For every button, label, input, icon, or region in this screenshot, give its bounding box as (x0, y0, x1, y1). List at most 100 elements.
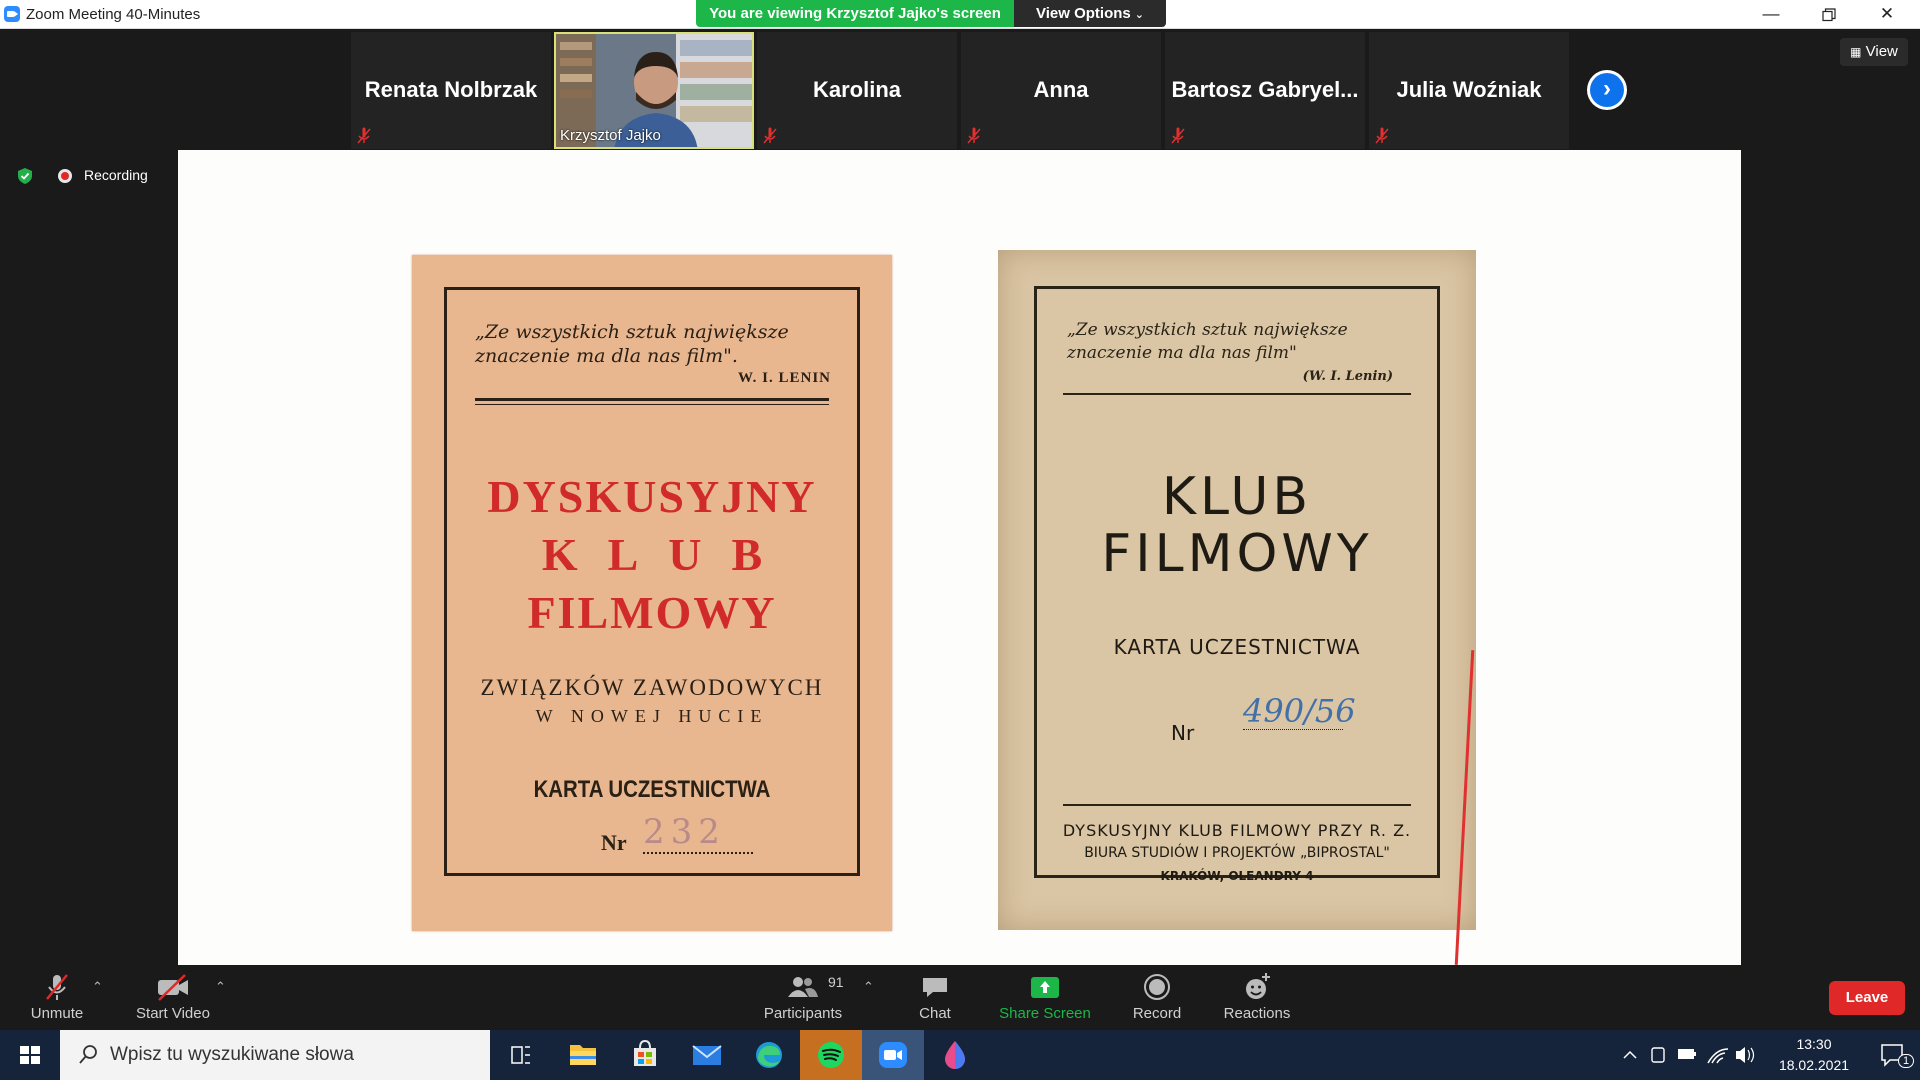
muted-mic-icon (46, 974, 68, 1000)
participants-label: Participants (763, 1005, 843, 1022)
share-screen-icon (1031, 977, 1059, 998)
windows-taskbar: Wpisz tu wyszukiwane słowa 13:30 18.02.2… (0, 1030, 1920, 1080)
record-label: Record (1132, 1005, 1182, 1022)
spotify-icon (818, 1042, 844, 1068)
chevron-right-icon: › (1590, 73, 1624, 107)
spotify-taskbar-icon[interactable] (800, 1030, 862, 1080)
taskbar-search-box[interactable]: Wpisz tu wyszukiwane słowa (60, 1030, 490, 1080)
system-tray-icons[interactable] (1620, 1030, 1760, 1080)
participants-options-caret-icon[interactable]: ⌃ (863, 979, 874, 995)
card-frame: „Ze wszystkich sztuk największe znaczeni… (444, 287, 860, 876)
card-subtitle: ZWIĄZKÓW ZAWODOWYCH (480, 675, 824, 700)
card-title-line: DYSKUSYJNY (487, 471, 817, 522)
participant-name: Anna (1033, 77, 1089, 102)
grid-icon: ▦ (1850, 45, 1862, 59)
participant-tile[interactable]: Karolina (757, 32, 957, 149)
audio-options-caret-icon[interactable]: ⌃ (92, 979, 103, 995)
folder-icon (570, 1045, 596, 1065)
participant-name: Julia Woźniak (1396, 77, 1542, 102)
restore-icon (1822, 8, 1836, 22)
muted-mic-icon (1171, 127, 1185, 144)
participants-count: 91 (828, 974, 844, 990)
card-footer-line: KRAKÓW, OLEANDRY 4 (1160, 869, 1314, 883)
meeting-toolbar: Unmute ⌃ Start Video ⌃ 91 Participants ⌃… (0, 965, 1920, 1030)
participant-tile[interactable]: Julia Woźniak (1369, 32, 1569, 149)
participants-button[interactable]: 91 Participants (748, 971, 858, 1022)
card-nr-label: Nr (1171, 721, 1195, 745)
card-label: KARTA UCZESTNICTWA (1113, 635, 1361, 659)
card-quote: „Ze wszystkich sztuk największe znaczeni… (1067, 320, 1348, 363)
restore-button[interactable] (1800, 0, 1858, 29)
paint-drop-icon (945, 1041, 965, 1069)
minimize-button[interactable]: — (1742, 0, 1800, 29)
paint-taskbar-icon[interactable] (924, 1030, 986, 1080)
card-title-line: FILMOWY (1101, 524, 1373, 584)
security-shield-icon[interactable] (17, 167, 33, 185)
start-video-button[interactable]: Start Video (118, 971, 228, 1022)
reactions-button[interactable]: Reactions (1202, 971, 1312, 1022)
store-taskbar-icon[interactable] (614, 1030, 676, 1080)
title-bar: Zoom Meeting 40-Minutes You are viewing … (0, 0, 1920, 29)
search-placeholder: Wpisz tu wyszukiwane słowa (110, 1044, 354, 1065)
mail-taskbar-icon[interactable] (676, 1030, 738, 1080)
share-screen-button[interactable]: Share Screen (990, 971, 1100, 1022)
close-button[interactable]: ✕ (1858, 0, 1916, 29)
recording-label: Recording (84, 167, 148, 183)
muted-mic-icon (967, 127, 981, 144)
card-quote-author: W. I. LENIN (738, 370, 831, 386)
leave-button[interactable]: Leave (1829, 981, 1905, 1015)
divider (475, 404, 829, 405)
start-button[interactable] (0, 1030, 60, 1080)
shared-screen: „Ze wszystkich sztuk największe znaczeni… (178, 150, 1741, 965)
card-footer-line: DYSKUSYJNY KLUB FILMOWY PRZY R. Z. (1062, 821, 1412, 840)
divider (475, 398, 829, 401)
view-options-button[interactable]: View Options ⌄ (1014, 0, 1166, 27)
muted-mic-icon (763, 127, 777, 144)
card-label: KARTA UCZESTNICTWA (533, 776, 771, 803)
taskbar-clock[interactable]: 13:30 18.02.2021 (1764, 1034, 1864, 1076)
card-subtitle: W NOWEJ HUCIE (535, 706, 769, 726)
video-off-icon (158, 974, 188, 1001)
video-options-caret-icon[interactable]: ⌃ (215, 979, 226, 995)
record-icon (1144, 974, 1170, 1000)
next-participants-button[interactable]: › (1587, 70, 1627, 110)
divider (1063, 804, 1411, 806)
file-explorer-taskbar-icon[interactable] (552, 1030, 614, 1080)
system-tray (1620, 1030, 1760, 1080)
participant-name: Bartosz Gabryel... (1171, 77, 1359, 102)
participant-tile[interactable]: Bartosz Gabryel... (1165, 32, 1365, 149)
windows-logo-icon (20, 1046, 40, 1064)
chat-button[interactable]: Chat (880, 971, 990, 1022)
task-view-icon (511, 1046, 530, 1064)
participants-icon (788, 977, 818, 997)
participant-tile[interactable]: Renata Nolbrzak (351, 32, 551, 149)
participant-video-tile[interactable]: Krzysztof Jajko (554, 32, 754, 149)
zoom-taskbar-icon[interactable] (862, 1030, 924, 1080)
reactions-label: Reactions (1223, 1005, 1291, 1022)
zoom-icon (879, 1042, 907, 1068)
zoom-window: Zoom Meeting 40-Minutes You are viewing … (0, 0, 1920, 1080)
search-icon (79, 1045, 97, 1064)
notification-count: 1 (1898, 1054, 1915, 1068)
muted-mic-icon (1375, 127, 1389, 144)
mail-icon (692, 1045, 722, 1065)
share-screen-label: Share Screen (999, 1005, 1091, 1022)
participant-name: Karolina (812, 77, 902, 102)
view-layout-label: View (1865, 43, 1898, 60)
card-quote: „Ze wszystkich sztuk największe znaczeni… (475, 321, 789, 367)
store-bag-icon (634, 1039, 656, 1066)
screen-share-banner: You are viewing Krzysztof Jajko's screen (696, 0, 1014, 27)
chat-bubble-icon (923, 978, 947, 997)
chevron-down-icon: ⌄ (1134, 9, 1144, 21)
card-footer-line: BIURA STUDIÓW I PROJEKTÓW „BIPROSTAL" (1084, 845, 1390, 861)
edge-taskbar-icon[interactable] (738, 1030, 800, 1080)
card-quote-author: (W. I. Lenin) (1302, 369, 1393, 384)
participant-name: Krzysztof Jajko (560, 127, 661, 144)
edge-browser-icon (756, 1042, 782, 1068)
participant-tile[interactable]: Anna (961, 32, 1161, 149)
view-layout-button[interactable]: ▦ View (1840, 38, 1908, 66)
record-button[interactable]: Record (1102, 971, 1212, 1022)
action-center-button[interactable]: 1 (1864, 1030, 1920, 1080)
chat-label: Chat (919, 1005, 951, 1022)
task-view-button[interactable] (490, 1030, 552, 1080)
